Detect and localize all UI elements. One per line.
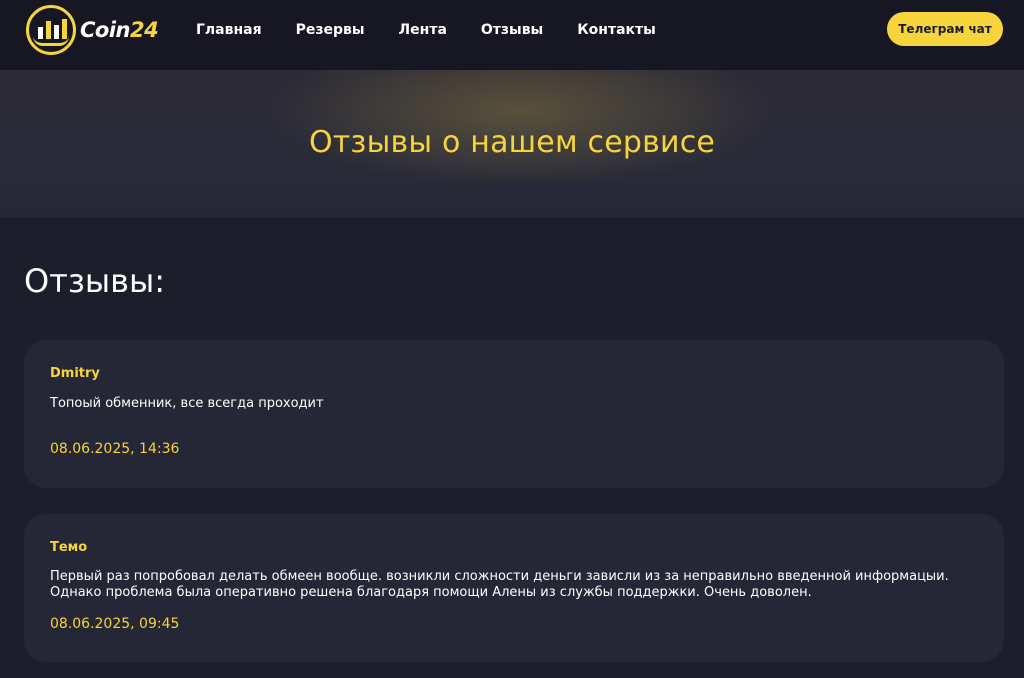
coin-chart-logo-icon [26, 5, 76, 55]
review-card: Темо Первый раз попробовал делать обмеен… [24, 514, 1004, 662]
review-author: Темо [50, 540, 88, 555]
nav-item-feed[interactable]: Лента [399, 20, 447, 40]
page-title: Отзывы о нашем сервисе [308, 124, 716, 160]
review-date: 08.06.2025, 14:36 [50, 441, 180, 457]
review-card: Dmitry Топоый обменник, все всегда прохо… [24, 340, 1004, 488]
nav-item-contacts[interactable]: Контакты [577, 20, 656, 40]
review-author: Dmitry [50, 366, 100, 381]
main-nav: Главная Резервы Лента Отзывы Контакты [196, 20, 690, 40]
logo-text-part1: Coin [80, 18, 131, 42]
site-header: Coin24 Главная Резервы Лента Отзывы Конт… [0, 0, 1024, 70]
review-text: Топоый обменник, все всегда проходит [50, 396, 324, 411]
logo[interactable]: Coin24 [26, 5, 159, 55]
logo-text-part2: 24 [130, 18, 159, 42]
telegram-chat-button[interactable]: Телеграм чат [887, 12, 1003, 46]
nav-item-home[interactable]: Главная [196, 20, 262, 40]
nav-item-reviews[interactable]: Отзывы [481, 20, 543, 40]
nav-item-reserves[interactable]: Резервы [296, 20, 365, 40]
hero-banner: Отзывы о нашем сервисе [0, 70, 1024, 218]
logo-text: Coin24 [80, 18, 159, 42]
review-text: Первый раз попробовал делать обмеен вооб… [50, 569, 949, 600]
reviews-heading: Отзывы: [24, 262, 166, 300]
review-date: 08.06.2025, 09:45 [50, 616, 180, 632]
